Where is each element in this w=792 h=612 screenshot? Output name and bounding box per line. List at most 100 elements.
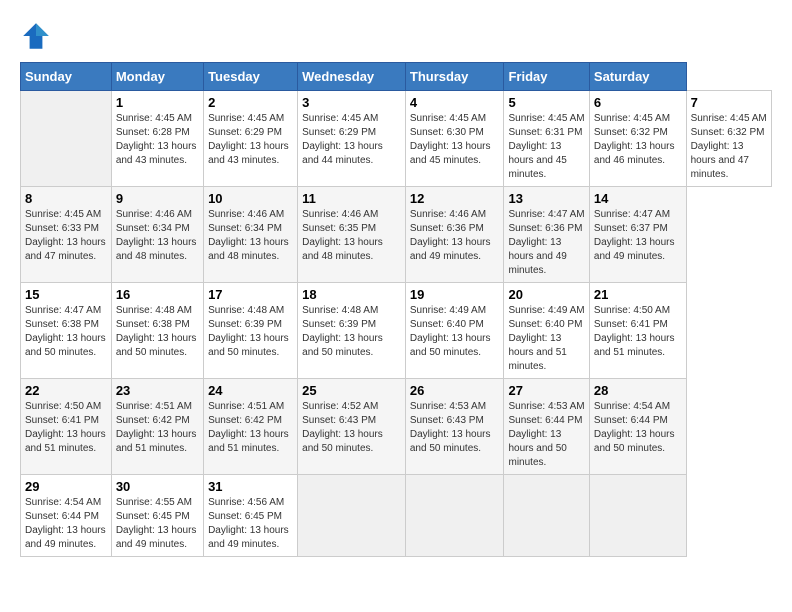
day-cell-13: 13Sunrise: 4:47 AMSunset: 6:36 PMDayligh… bbox=[504, 187, 589, 283]
day-cell-5: 5 Sunrise: 4:45 AMSunset: 6:31 PMDaylight… bbox=[504, 91, 589, 187]
day-number: 5 bbox=[508, 95, 584, 110]
day-number: 31 bbox=[208, 479, 293, 494]
day-number: 21 bbox=[594, 287, 682, 302]
day-cell-27: 27 Sunrise: 4:53 AMSunset: 6:44 PMDayligh… bbox=[504, 379, 589, 475]
day-cell-28: 28 Sunrise: 4:54 AMSunset: 6:44 PMDayligh… bbox=[589, 379, 686, 475]
day-info: Sunrise: 4:47 AMSunset: 6:38 PMDaylight:… bbox=[25, 304, 107, 360]
day-info: Sunrise: 4:45 AMSunset: 6:32 PMDaylight:… bbox=[594, 112, 682, 168]
day-info: Sunrise: 4:51 AMSunset: 6:42 PMDaylight:… bbox=[116, 400, 199, 456]
day-number: 18 bbox=[302, 287, 401, 302]
day-info: Sunrise: 4:45 AMSunset: 6:28 PMDaylight:… bbox=[116, 112, 199, 168]
day-number: 16 bbox=[116, 287, 199, 302]
empty-cell bbox=[589, 475, 686, 557]
day-number: 2 bbox=[208, 95, 293, 110]
week-row-3: 15 Sunrise: 4:47 AMSunset: 6:38 PMDayligh… bbox=[21, 283, 772, 379]
day-info: Sunrise: 4:45 AMSunset: 6:33 PMDaylight:… bbox=[25, 208, 107, 264]
day-number: 29 bbox=[25, 479, 107, 494]
empty-cell bbox=[298, 475, 406, 557]
day-cell-17: 17 Sunrise: 4:48 AMSunset: 6:39 PMDayligh… bbox=[204, 283, 298, 379]
day-number: 19 bbox=[410, 287, 500, 302]
day-number: 6 bbox=[594, 95, 682, 110]
day-cell-12: 12 Sunrise: 4:46 AMSunset: 6:36 PMDayligh… bbox=[405, 187, 504, 283]
day-number: 4 bbox=[410, 95, 500, 110]
day-number: 20 bbox=[508, 287, 584, 302]
day-cell-26: 26 Sunrise: 4:53 AMSunset: 6:43 PMDayligh… bbox=[405, 379, 504, 475]
day-info: Sunrise: 4:45 AMSunset: 6:31 PMDaylight:… bbox=[508, 112, 584, 182]
day-cell-19: 19 Sunrise: 4:49 AMSunset: 6:40 PMDayligh… bbox=[405, 283, 504, 379]
day-info: Sunrise: 4:46 AMSunset: 6:34 PMDaylight:… bbox=[208, 208, 293, 264]
day-cell-6: 6 Sunrise: 4:45 AMSunset: 6:32 PMDaylight… bbox=[589, 91, 686, 187]
week-row-1: 1 Sunrise: 4:45 AMSunset: 6:28 PMDaylight… bbox=[21, 91, 772, 187]
day-number: 13 bbox=[508, 191, 584, 206]
day-number: 25 bbox=[302, 383, 401, 398]
day-number: 15 bbox=[25, 287, 107, 302]
empty-cell bbox=[21, 91, 112, 187]
day-cell-8: 8 Sunrise: 4:45 AMSunset: 6:33 PMDaylight… bbox=[21, 187, 112, 283]
day-cell-16: 16 Sunrise: 4:48 AMSunset: 6:38 PMDayligh… bbox=[111, 283, 203, 379]
column-header-friday: Friday bbox=[504, 63, 589, 91]
day-number: 10 bbox=[208, 191, 293, 206]
calendar-table: SundayMondayTuesdayWednesdayThursdayFrid… bbox=[20, 62, 772, 557]
day-info: Sunrise: 4:56 AMSunset: 6:45 PMDaylight:… bbox=[208, 496, 293, 552]
day-number: 30 bbox=[116, 479, 199, 494]
day-cell-4: 4 Sunrise: 4:45 AMSunset: 6:30 PMDaylight… bbox=[405, 91, 504, 187]
day-number: 17 bbox=[208, 287, 293, 302]
day-info: Sunrise: 4:45 AMSunset: 6:29 PMDaylight:… bbox=[302, 112, 401, 168]
day-cell-11: 11 Sunrise: 4:46 AMSunset: 6:35 PMDayligh… bbox=[298, 187, 406, 283]
day-cell-7: 7Sunrise: 4:45 AMSunset: 6:32 PMDaylight… bbox=[686, 91, 771, 187]
day-cell-30: 30 Sunrise: 4:55 AMSunset: 6:45 PMDayligh… bbox=[111, 475, 203, 557]
day-number: 3 bbox=[302, 95, 401, 110]
day-info: Sunrise: 4:53 AMSunset: 6:44 PMDaylight:… bbox=[508, 400, 584, 470]
header-row: SundayMondayTuesdayWednesdayThursdayFrid… bbox=[21, 63, 772, 91]
column-header-saturday: Saturday bbox=[589, 63, 686, 91]
day-number: 24 bbox=[208, 383, 293, 398]
day-number: 11 bbox=[302, 191, 401, 206]
day-info: Sunrise: 4:46 AMSunset: 6:36 PMDaylight:… bbox=[410, 208, 500, 264]
day-cell-24: 24Sunrise: 4:51 AMSunset: 6:42 PMDayligh… bbox=[204, 379, 298, 475]
day-number: 26 bbox=[410, 383, 500, 398]
day-number: 8 bbox=[25, 191, 107, 206]
column-header-tuesday: Tuesday bbox=[204, 63, 298, 91]
day-info: Sunrise: 4:45 AMSunset: 6:30 PMDaylight:… bbox=[410, 112, 500, 168]
day-cell-10: 10 Sunrise: 4:46 AMSunset: 6:34 PMDayligh… bbox=[204, 187, 298, 283]
week-row-4: 22 Sunrise: 4:50 AMSunset: 6:41 PMDayligh… bbox=[21, 379, 772, 475]
day-number: 14 bbox=[594, 191, 682, 206]
day-info: Sunrise: 4:46 AMSunset: 6:34 PMDaylight:… bbox=[116, 208, 199, 264]
day-cell-9: 9 Sunrise: 4:46 AMSunset: 6:34 PMDaylight… bbox=[111, 187, 203, 283]
day-info: Sunrise: 4:55 AMSunset: 6:45 PMDaylight:… bbox=[116, 496, 199, 552]
day-info: Sunrise: 4:52 AMSunset: 6:43 PMDaylight:… bbox=[302, 400, 401, 456]
column-header-sunday: Sunday bbox=[21, 63, 112, 91]
day-cell-23: 23Sunrise: 4:51 AMSunset: 6:42 PMDayligh… bbox=[111, 379, 203, 475]
day-cell-1: 1 Sunrise: 4:45 AMSunset: 6:28 PMDaylight… bbox=[111, 91, 203, 187]
logo-icon bbox=[20, 20, 52, 52]
day-number: 1 bbox=[116, 95, 199, 110]
day-cell-22: 22 Sunrise: 4:50 AMSunset: 6:41 PMDayligh… bbox=[21, 379, 112, 475]
day-info: Sunrise: 4:49 AMSunset: 6:40 PMDaylight:… bbox=[508, 304, 584, 374]
day-number: 9 bbox=[116, 191, 199, 206]
day-cell-31: 31 Sunrise: 4:56 AMSunset: 6:45 PMDayligh… bbox=[204, 475, 298, 557]
day-info: Sunrise: 4:53 AMSunset: 6:43 PMDaylight:… bbox=[410, 400, 500, 456]
day-number: 28 bbox=[594, 383, 682, 398]
day-cell-20: 20 Sunrise: 4:49 AMSunset: 6:40 PMDayligh… bbox=[504, 283, 589, 379]
column-header-wednesday: Wednesday bbox=[298, 63, 406, 91]
day-number: 27 bbox=[508, 383, 584, 398]
day-info: Sunrise: 4:48 AMSunset: 6:39 PMDaylight:… bbox=[208, 304, 293, 360]
day-info: Sunrise: 4:54 AMSunset: 6:44 PMDaylight:… bbox=[594, 400, 682, 456]
column-header-thursday: Thursday bbox=[405, 63, 504, 91]
day-info: Sunrise: 4:49 AMSunset: 6:40 PMDaylight:… bbox=[410, 304, 500, 360]
day-cell-15: 15 Sunrise: 4:47 AMSunset: 6:38 PMDayligh… bbox=[21, 283, 112, 379]
day-cell-14: 14Sunrise: 4:47 AMSunset: 6:37 PMDayligh… bbox=[589, 187, 686, 283]
day-info: Sunrise: 4:50 AMSunset: 6:41 PMDaylight:… bbox=[25, 400, 107, 456]
day-cell-2: 2 Sunrise: 4:45 AMSunset: 6:29 PMDaylight… bbox=[204, 91, 298, 187]
week-row-2: 8 Sunrise: 4:45 AMSunset: 6:33 PMDaylight… bbox=[21, 187, 772, 283]
empty-cell bbox=[504, 475, 589, 557]
day-info: Sunrise: 4:45 AMSunset: 6:29 PMDaylight:… bbox=[208, 112, 293, 168]
day-cell-21: 21Sunrise: 4:50 AMSunset: 6:41 PMDayligh… bbox=[589, 283, 686, 379]
day-number: 22 bbox=[25, 383, 107, 398]
empty-cell bbox=[405, 475, 504, 557]
day-info: Sunrise: 4:48 AMSunset: 6:38 PMDaylight:… bbox=[116, 304, 199, 360]
day-cell-25: 25 Sunrise: 4:52 AMSunset: 6:43 PMDayligh… bbox=[298, 379, 406, 475]
day-number: 12 bbox=[410, 191, 500, 206]
day-info: Sunrise: 4:46 AMSunset: 6:35 PMDaylight:… bbox=[302, 208, 401, 264]
day-info: Sunrise: 4:48 AMSunset: 6:39 PMDaylight:… bbox=[302, 304, 401, 360]
